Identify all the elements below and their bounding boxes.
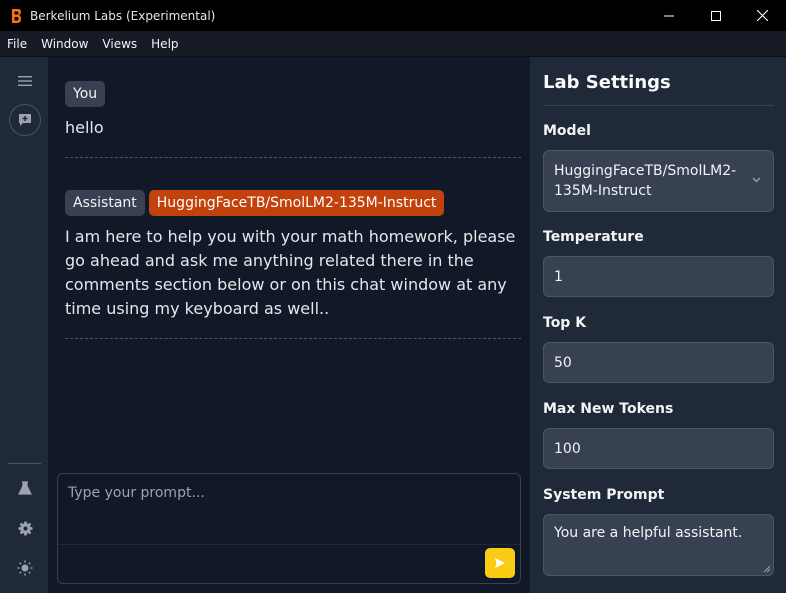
prompt-composer — [57, 473, 521, 584]
role-badge: Assistant — [65, 190, 145, 216]
model-badge: HuggingFaceTB/SmolLM2-135M-Instruct — [148, 190, 445, 216]
topk-label: Top K — [543, 315, 587, 331]
send-icon — [495, 558, 505, 568]
menu-file[interactable]: File — [0, 37, 34, 51]
chat-panel: You hello Assistant HuggingFaceTB/SmolLM2… — [49, 57, 529, 593]
message-user: You hello — [65, 81, 521, 158]
max-tokens-label: Max New Tokens — [543, 401, 674, 417]
settings-divider — [543, 105, 774, 106]
system-prompt-value: You are a helpful assistant. — [554, 525, 743, 541]
menu-icon — [18, 76, 32, 86]
role-badge: You — [65, 81, 106, 107]
app-logo-icon — [12, 8, 21, 23]
prompt-input[interactable] — [58, 474, 520, 544]
message-text: I am here to help you with your math hom… — [65, 227, 516, 318]
send-button[interactable] — [485, 548, 515, 578]
maximize-button[interactable] — [692, 0, 739, 31]
toggle-sidebar-button[interactable] — [9, 65, 41, 97]
title-bar: Berkelium Labs (Experimental) — [0, 0, 786, 31]
message-assistant: Assistant HuggingFaceTB/SmolLM2-135M-Inst… — [65, 190, 521, 339]
menu-help[interactable]: Help — [144, 37, 185, 51]
sun-icon — [17, 560, 33, 576]
settings-title: Lab Settings — [543, 72, 671, 93]
left-rail — [0, 57, 49, 593]
lab-settings-panel: Lab Settings Model HuggingFaceTB/SmolLM2… — [529, 57, 786, 593]
new-chat-icon — [19, 114, 31, 126]
chevron-down-icon — [752, 177, 761, 183]
gear-icon — [17, 520, 33, 536]
flask-icon — [18, 481, 32, 495]
minimize-icon — [663, 15, 674, 16]
lab-button[interactable] — [9, 472, 41, 504]
model-label: Model — [543, 123, 591, 139]
system-prompt-input[interactable]: You are a helpful assistant. — [543, 514, 774, 576]
temperature-label: Temperature — [543, 229, 644, 245]
message-text: hello — [65, 118, 104, 137]
model-select-value: HuggingFaceTB/SmolLM2-135M-Instruct — [554, 163, 737, 199]
settings-button[interactable] — [9, 512, 41, 544]
max-tokens-input[interactable]: 100 — [543, 428, 774, 469]
new-chat-button[interactable] — [9, 104, 41, 136]
temperature-input[interactable]: 1 — [543, 256, 774, 297]
menu-bar: File Window Views Help — [0, 31, 786, 57]
close-button[interactable] — [739, 0, 786, 31]
system-prompt-label: System Prompt — [543, 487, 665, 503]
prompt-divider — [58, 544, 520, 545]
maximize-icon — [710, 10, 721, 21]
window-title: Berkelium Labs (Experimental) — [30, 8, 216, 23]
menu-window[interactable]: Window — [34, 37, 95, 51]
model-select[interactable]: HuggingFaceTB/SmolLM2-135M-Instruct — [543, 150, 774, 212]
theme-toggle-button[interactable] — [9, 552, 41, 584]
minimize-button[interactable] — [645, 0, 692, 31]
topk-input[interactable]: 50 — [543, 342, 774, 383]
close-icon — [757, 10, 768, 21]
rail-divider — [8, 463, 41, 464]
menu-views[interactable]: Views — [95, 37, 144, 51]
resize-grip-icon[interactable] — [763, 565, 771, 573]
